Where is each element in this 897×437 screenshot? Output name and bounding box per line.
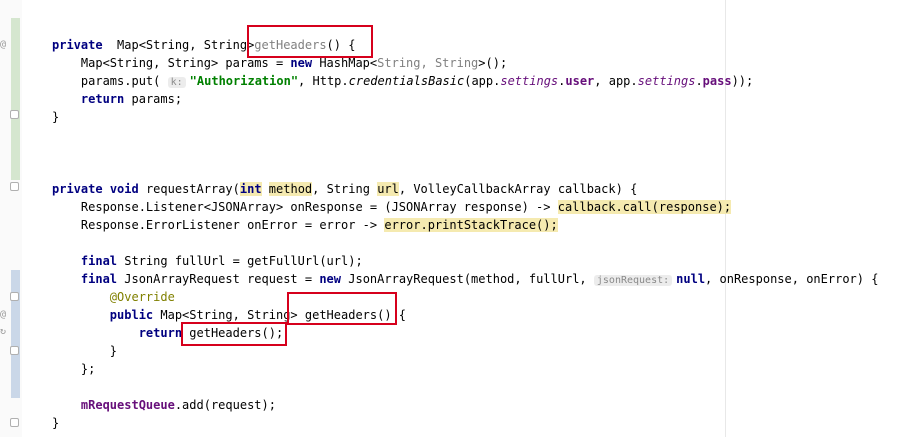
- code-line: Response.ErrorListener onError = error -…: [52, 216, 878, 234]
- code-line: }: [52, 110, 60, 124]
- field: mRequestQueue: [80, 398, 175, 412]
- vcs-change-marker[interactable]: [11, 270, 20, 398]
- lambda-body: callback.call(response);: [557, 200, 732, 214]
- code-text: params;: [124, 92, 183, 106]
- code-line: return params;: [52, 90, 878, 108]
- code-line: private Map<String, String>getHeaders() …: [52, 36, 878, 54]
- field: pass: [702, 74, 732, 88]
- parameter-hint: k:: [167, 77, 186, 88]
- field: settings: [637, 74, 696, 88]
- keyword: return: [80, 92, 125, 106]
- code-text: };: [80, 362, 96, 376]
- code-text: >();: [478, 56, 508, 70]
- keyword: new: [319, 272, 342, 286]
- fold-icon[interactable]: [10, 182, 19, 191]
- code-editor[interactable]: private Map<String, String>getHeaders() …: [52, 36, 878, 432]
- code-text: HashMap<: [312, 56, 378, 70]
- override-marker-icon[interactable]: @: [0, 310, 6, 320]
- keyword: final: [80, 254, 118, 268]
- code-line: return getHeaders();: [52, 324, 878, 342]
- code-line: }: [52, 342, 878, 360]
- code-line: public Map<String, String> getHeaders() …: [52, 306, 878, 324]
- code-text: .add(request);: [174, 398, 276, 412]
- code-text: requestArray(: [138, 182, 240, 196]
- keyword: void: [109, 182, 139, 196]
- field: user: [565, 74, 595, 88]
- code-text: , VolleyCallbackArray callback) {: [398, 182, 638, 196]
- code-text: , String: [312, 182, 378, 196]
- keyword: private: [52, 182, 103, 196]
- parameter-hint: jsonRequest:: [593, 275, 673, 286]
- parameter-name: method: [268, 182, 313, 196]
- code-text: ));: [731, 74, 754, 88]
- code-text: Map<String, String> params =: [80, 56, 291, 70]
- code-line: private void requestArray(int method, St…: [52, 180, 878, 198]
- vcs-change-marker[interactable]: [11, 18, 20, 180]
- code-line: Map<String, String> params = new HashMap…: [52, 54, 878, 72]
- code-line: final String fullUrl = getFullUrl(url);: [52, 252, 878, 270]
- code-text: Response.Listener<JSONArray> onResponse …: [80, 200, 558, 214]
- field: settings: [500, 74, 559, 88]
- editor-gutter: @ @ ↻: [0, 0, 22, 437]
- annotation: @Override: [109, 290, 175, 304]
- code-text: (app.: [464, 74, 501, 88]
- code-text: params.put(: [80, 74, 161, 88]
- method-marker-icon[interactable]: @: [0, 40, 6, 50]
- keyword: final: [80, 272, 118, 286]
- code-text: JsonArrayRequest(method, fullUrl,: [341, 272, 594, 286]
- code-line: }: [52, 416, 60, 430]
- code-line: Response.Listener<JSONArray> onResponse …: [52, 198, 878, 216]
- keyword: private: [52, 38, 103, 52]
- keyword: return: [138, 326, 183, 340]
- code-line: @Override: [52, 288, 878, 306]
- code-text: , onResponse, onError) {: [705, 272, 879, 286]
- implements-marker-icon[interactable]: ↻: [0, 327, 6, 337]
- code-line: params.put( k: "Authorization", Http.cred…: [52, 72, 878, 90]
- parameter-name: url: [377, 182, 399, 196]
- keyword: public: [109, 308, 154, 322]
- code-text: , Http.: [298, 74, 349, 88]
- code-text: Map<String, String>: [102, 38, 255, 52]
- fold-icon[interactable]: [10, 110, 19, 119]
- fold-icon[interactable]: [10, 292, 19, 301]
- fold-icon[interactable]: [10, 346, 19, 355]
- code-text: .: [695, 74, 703, 88]
- lambda-body: error.printStackTrace();: [384, 218, 558, 232]
- generic-hint: String, String: [377, 56, 479, 70]
- highlight-box: [287, 292, 397, 325]
- code-text: String fullUrl = getFullUrl(url);: [117, 254, 363, 268]
- code-line: final JsonArrayRequest request = new Jso…: [52, 270, 878, 288]
- code-text: JsonArrayRequest request =: [117, 272, 320, 286]
- code-text: Response.ErrorListener onError = error -…: [80, 218, 385, 232]
- highlight-box: [247, 25, 373, 58]
- code-line: mRequestQueue.add(request);: [52, 396, 878, 414]
- string-literal: "Authorization": [189, 74, 299, 88]
- fold-icon[interactable]: [10, 418, 19, 427]
- code-line: };: [52, 360, 878, 378]
- keyword: new: [290, 56, 313, 70]
- keyword: int: [239, 182, 262, 196]
- keyword: null: [676, 272, 706, 286]
- highlight-box: [181, 322, 287, 346]
- code-text: , app.: [594, 74, 638, 88]
- static-call: credentialsBasic: [348, 74, 465, 88]
- code-text: }: [109, 344, 118, 358]
